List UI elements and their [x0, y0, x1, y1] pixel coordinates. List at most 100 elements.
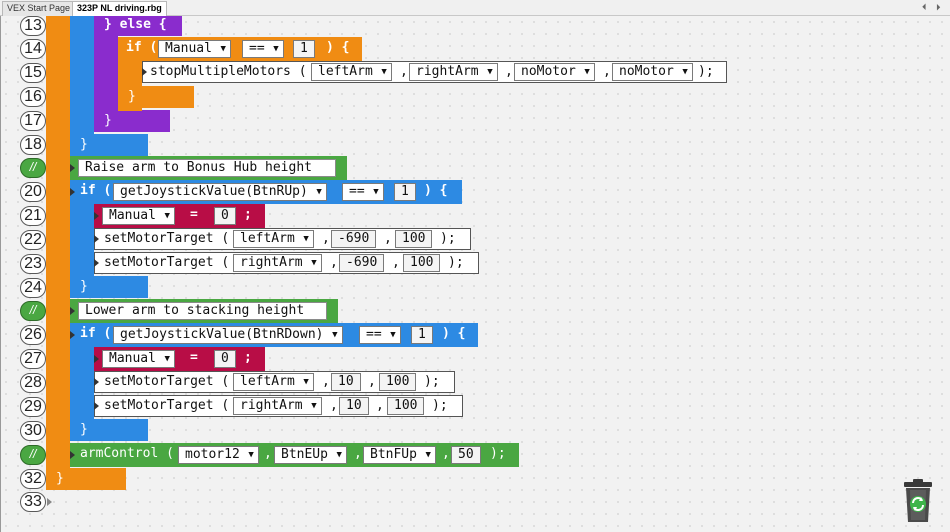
line-number[interactable]: 23 — [20, 254, 46, 274]
comment-lower-arm-text[interactable]: Lower arm to stacking height — [78, 302, 327, 320]
line-number[interactable]: 13 — [20, 16, 46, 36]
target-speed-input[interactable]: 100 — [395, 230, 433, 248]
separator-comma: , — [322, 374, 330, 389]
set-motor-target-label: setMotorTarget ( — [104, 231, 230, 246]
line-number[interactable]: 28 — [20, 373, 46, 393]
separator-comma: , — [603, 64, 611, 79]
line-number[interactable]: 21 — [20, 206, 46, 226]
tab-scroll-left-icon[interactable]: ⏴ — [922, 2, 927, 13]
separator-comma: , — [392, 255, 400, 270]
if-close-paren: ) { — [424, 183, 448, 198]
if-manual-close-brace: } — [128, 89, 136, 104]
target-position-input[interactable]: -690 — [331, 230, 377, 248]
if-keyword: if ( — [126, 40, 158, 55]
statement-close: ); — [448, 255, 464, 270]
line-number[interactable]: 14 — [20, 39, 46, 59]
canvas-border — [0, 16, 1, 532]
end-cursor-icon — [47, 498, 52, 506]
line-number[interactable]: 15 — [20, 63, 46, 83]
comparison-operator-dropdown[interactable]: == ▼ — [359, 326, 401, 344]
statement-notch — [94, 402, 99, 410]
line-number[interactable]: 32 — [20, 469, 46, 489]
line-number[interactable]: 30 — [20, 421, 46, 441]
separator-comma: , — [384, 231, 392, 246]
tab-scroll-right-icon[interactable]: ⏵ — [936, 2, 941, 13]
statement-notch — [94, 355, 99, 363]
if-btn-r-down-body[interactable] — [70, 347, 94, 421]
line-number[interactable]: 24 — [20, 278, 46, 298]
statement-close: ); — [698, 64, 714, 79]
compare-value-input[interactable]: 1 — [394, 183, 416, 201]
comparison-operator-dropdown[interactable]: == ▼ — [242, 40, 284, 58]
line-number[interactable]: 26 — [20, 325, 46, 345]
line-number[interactable]: 18 — [20, 135, 46, 155]
target-position-input[interactable]: 10 — [331, 373, 361, 391]
motor-dropdown-left-arm[interactable]: leftArm ▼ — [233, 230, 314, 248]
chevron-down-icon: ▼ — [164, 354, 170, 364]
motor-dropdown-no-motor-1[interactable]: noMotor ▼ — [514, 63, 595, 81]
statement-notch — [70, 307, 75, 315]
chevron-down-icon: ▼ — [164, 211, 170, 221]
statement-close: ); — [424, 374, 440, 389]
joystick-btn-r-down-dropdown[interactable]: getJoystickValue(BtnRDown) ▼ — [113, 326, 343, 344]
comment-raise-arm-text[interactable]: Raise arm to Bonus Hub height — [78, 159, 336, 177]
if-btn-r-up-body[interactable] — [70, 204, 94, 278]
target-position-input[interactable]: -690 — [339, 254, 385, 272]
compare-value-input[interactable]: 1 — [293, 40, 315, 58]
manual-variable-dropdown[interactable]: Manual ▼ — [158, 40, 231, 58]
motor-dropdown-right-arm[interactable]: rightArm ▼ — [233, 254, 322, 272]
statement-notch — [70, 451, 75, 459]
statement-close: ); — [432, 398, 448, 413]
chevron-down-icon: ▼ — [303, 234, 309, 244]
separator-comma: , — [442, 446, 450, 461]
motor-dropdown-motor12[interactable]: motor12 ▼ — [178, 446, 259, 464]
motor-dropdown-left-arm[interactable]: leftArm ▼ — [311, 63, 392, 81]
separator-comma: , — [505, 64, 513, 79]
assign-value-input[interactable]: 0 — [214, 350, 236, 368]
line-number[interactable]: 33 — [20, 492, 46, 512]
line-comment-marker[interactable]: // — [20, 301, 46, 321]
button-dropdown-btn-f-up[interactable]: BtnFUp ▼ — [363, 446, 436, 464]
else-close-brace: } — [104, 113, 112, 128]
line-number[interactable]: 17 — [20, 111, 46, 131]
tab-323p-nl-driving[interactable]: 323P NL driving.rbg — [72, 1, 167, 16]
joystick-btn-r-up-dropdown[interactable]: getJoystickValue(BtnRUp) ▼ — [113, 183, 327, 201]
task-block-body[interactable] — [46, 16, 70, 472]
target-speed-input[interactable]: 100 — [379, 373, 417, 391]
line-number[interactable]: 16 — [20, 87, 46, 107]
chevron-down-icon: ▼ — [336, 450, 342, 460]
target-position-input[interactable]: 10 — [339, 397, 369, 415]
manual-variable-dropdown[interactable]: Manual ▼ — [102, 207, 175, 225]
arm-control-label: armControl ( — [80, 446, 174, 461]
motor-dropdown-right-arm[interactable]: rightArm ▼ — [233, 397, 322, 415]
line-comment-marker[interactable]: // — [20, 445, 46, 465]
button-dropdown-btn-e-up[interactable]: BtnEUp ▼ — [274, 446, 347, 464]
else-keyword: } else { — [104, 17, 167, 32]
assign-value-input[interactable]: 0 — [214, 207, 236, 225]
line-number[interactable]: 20 — [20, 182, 46, 202]
tab-vex-start-page[interactable]: VEX Start Page — [2, 1, 76, 16]
if-btn-r-up-close-brace: } — [80, 279, 88, 294]
chevron-down-icon: ▼ — [487, 67, 493, 77]
statement-notch — [142, 68, 147, 76]
manual-variable-dropdown[interactable]: Manual ▼ — [102, 350, 175, 368]
motor-dropdown-left-arm[interactable]: leftArm ▼ — [233, 373, 314, 391]
separator-comma: , — [330, 398, 338, 413]
compare-value-input[interactable]: 1 — [411, 326, 433, 344]
chevron-down-icon: ▼ — [303, 377, 309, 387]
comparison-operator-dropdown[interactable]: == ▼ — [342, 183, 384, 201]
if-close-paren: ) { — [326, 40, 350, 55]
separator-comma: , — [376, 398, 384, 413]
line-number[interactable]: 29 — [20, 397, 46, 417]
stop-multiple-motors-label: stopMultipleMotors ( — [150, 64, 307, 79]
motor-dropdown-right-arm[interactable]: rightArm ▼ — [409, 63, 498, 81]
trash-icon[interactable] — [901, 478, 935, 524]
motor-dropdown-no-motor-2[interactable]: noMotor ▼ — [612, 63, 693, 81]
arm-speed-input[interactable]: 50 — [451, 446, 481, 464]
line-number[interactable]: 27 — [20, 349, 46, 369]
target-speed-input[interactable]: 100 — [403, 254, 441, 272]
line-number[interactable]: 22 — [20, 230, 46, 250]
line-comment-marker[interactable]: // — [20, 158, 46, 178]
target-speed-input[interactable]: 100 — [387, 397, 425, 415]
statement-notch — [70, 164, 75, 172]
